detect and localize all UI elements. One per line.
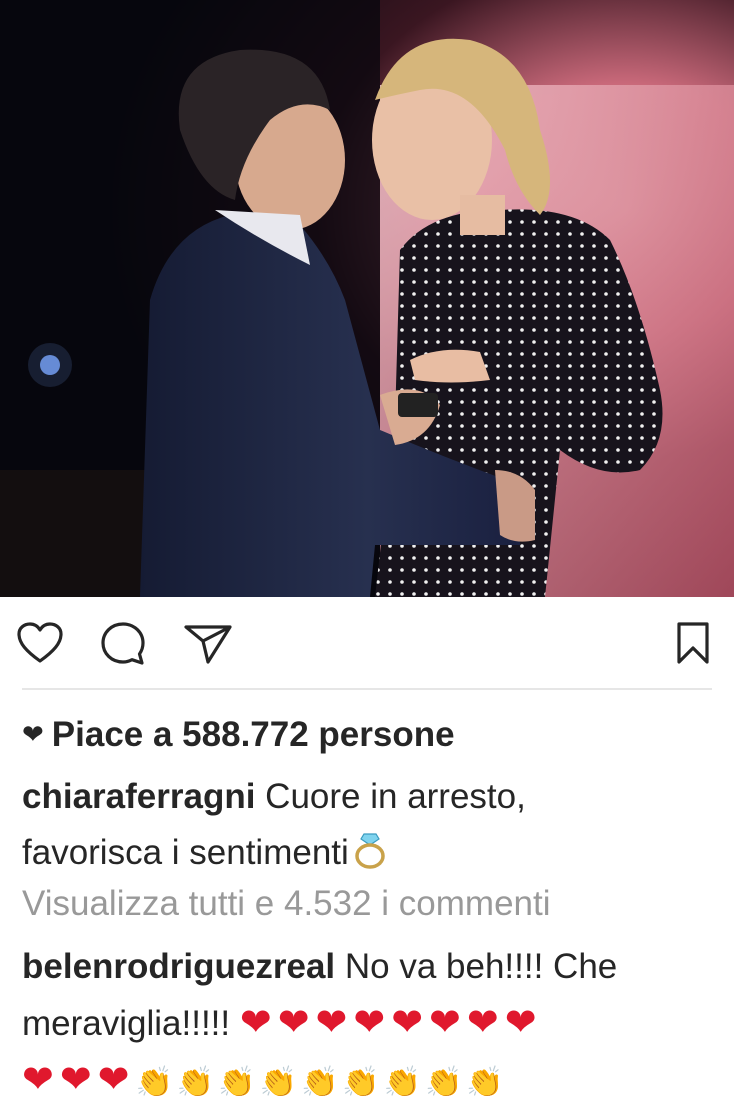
comment-button[interactable]	[100, 621, 146, 672]
heart-outline-icon	[17, 622, 63, 663]
save-button[interactable]	[676, 621, 710, 670]
heart-emoji-icons-line3: ❤❤❤	[22, 1059, 136, 1101]
photo-illustration	[0, 0, 734, 597]
caption-username[interactable]: chiaraferragni	[22, 777, 255, 816]
likes-count[interactable]: ❤ Piace a 588.772 persone	[22, 706, 722, 763]
likes-text: Piace a 588.772 persone	[51, 715, 455, 754]
like-button[interactable]	[16, 621, 64, 670]
view-all-comments-link[interactable]: Visualizza tutti e 4.532 i commenti	[22, 876, 722, 932]
action-bar	[0, 597, 734, 689]
share-button[interactable]	[183, 623, 233, 670]
heart-emoji-icons: ❤❤❤❤❤❤❤❤	[239, 1002, 543, 1044]
ring-emoji-icon	[355, 833, 385, 869]
caption-text-line1: Cuore in arresto,	[265, 777, 526, 816]
small-heart-icon: ❤	[22, 719, 44, 749]
post-photo[interactable]	[0, 0, 734, 597]
comment-text-line2: meraviglia!!!!!	[22, 1004, 231, 1043]
post-caption: chiaraferragni Cuore in arresto, favoris…	[22, 769, 722, 881]
comment-item: belenrodriguezreal No va beh!!!! Che mer…	[22, 939, 722, 1111]
comment-bubble-icon	[101, 622, 145, 665]
bookmark-icon	[677, 622, 709, 664]
divider	[22, 688, 712, 690]
caption-text-line2: favorisca i sentimenti	[22, 833, 349, 872]
comment-username[interactable]: belenrodriguezreal	[22, 947, 335, 986]
comment-text-line1: No va beh!!!! Che	[344, 947, 618, 986]
paper-plane-icon	[184, 625, 232, 664]
clapping-hands-emoji-icons: 👏👏👏👏👏👏👏👏👏	[135, 1066, 508, 1099]
